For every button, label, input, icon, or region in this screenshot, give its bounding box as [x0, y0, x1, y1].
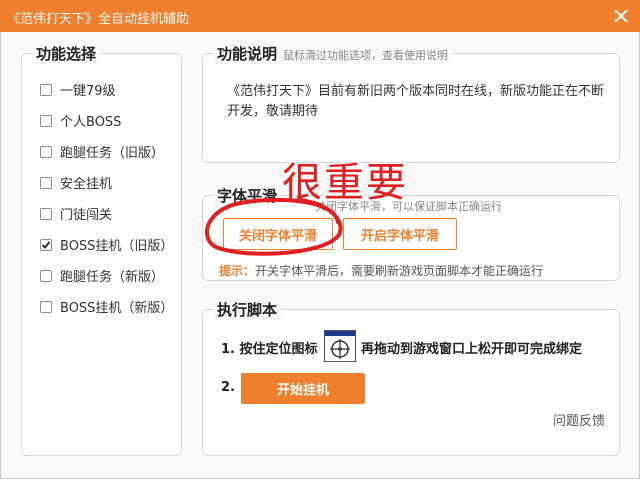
checkmark-icon — [41, 240, 51, 249]
function-item-label: 一键79级 — [60, 84, 116, 99]
step1-prefix: 1. 按住定位图标 — [221, 342, 318, 357]
close-icon — [614, 9, 628, 23]
description-title: 功能说明 鼠标滑过功能选项，查看使用说明 — [213, 43, 453, 64]
step1-suffix: 再拖动到游戏窗口上松开即可完成绑定 — [361, 342, 583, 357]
function-list: 一键79级 个人BOSS 跑腿任务（旧版） 安全挂机 门徒闯关 BOSS挂机（旧… — [40, 74, 173, 322]
function-select-panel: 功能选择 一键79级 个人BOSS 跑腿任务（旧版） 安全挂机 门徒闯关 BOS… — [21, 43, 182, 456]
function-item-safe-idle[interactable]: 安全挂机 — [40, 167, 173, 198]
checkbox[interactable] — [40, 114, 52, 127]
font-smoothing-tip: 提示：开关字体平滑后，需要刷新游戏页面脚本才能正确运行 — [219, 262, 543, 279]
function-item-level79[interactable]: 一键79级 — [40, 74, 173, 105]
tip-text: 开关字体平滑后，需要刷新游戏页面脚本才能正确运行 — [255, 264, 544, 278]
function-item-label: BOSS挂机（新版） — [60, 301, 174, 316]
function-item-label: 跑腿任务（旧版） — [60, 146, 165, 161]
function-item-boss-idle-new[interactable]: BOSS挂机（新版） — [40, 291, 173, 322]
description-hint: 鼠标滑过功能选项，查看使用说明 — [283, 49, 449, 62]
tip-label: 提示： — [219, 264, 256, 278]
annotation-text: 很重要 — [282, 160, 408, 206]
checkbox[interactable] — [40, 269, 52, 282]
checkbox[interactable] — [40, 207, 52, 220]
function-select-title: 功能选择 — [32, 43, 101, 64]
function-item-errand-new[interactable]: 跑腿任务（新版） — [40, 260, 173, 291]
feedback-link[interactable]: 问题反馈 — [553, 410, 605, 429]
disable-font-smoothing-button[interactable]: 关闭字体平滑 — [223, 218, 333, 250]
description-panel: 功能说明 鼠标滑过功能选项，查看使用说明 《范伟打天下》目前有新旧两个版本同时在线… — [202, 43, 620, 163]
function-item-personal-boss[interactable]: 个人BOSS — [40, 105, 173, 136]
checkbox[interactable] — [40, 176, 52, 189]
function-item-label: 门徒闯关 — [60, 208, 113, 223]
function-item-errand-old[interactable]: 跑腿任务（旧版） — [40, 136, 173, 167]
checkbox-checked[interactable] — [40, 238, 52, 251]
description-title-text: 功能说明 — [217, 45, 278, 63]
enable-font-smoothing-button[interactable]: 开启字体平滑 — [343, 218, 457, 250]
close-button[interactable] — [608, 3, 634, 29]
step2-prefix: 2. — [221, 380, 235, 395]
window-title: 《范伟打天下》全自动挂机辅助 — [7, 12, 190, 27]
font-smoothing-title: 字体平滑 — [213, 185, 282, 206]
function-item-label: 个人BOSS — [60, 115, 122, 130]
execute-script-panel: 执行脚本 1. 按住定位图标 再拖动到游戏窗口上松开即可完成绑定 2. 开始挂机… — [202, 299, 620, 456]
function-item-disciple-challenge[interactable]: 门徒闯关 — [40, 198, 173, 229]
font-smoothing-panel: 字体平滑 关闭字体平滑，可以保证脚本正确运行 关闭字体平滑 开启字体平滑 提示：… — [202, 185, 620, 281]
checkbox[interactable] — [40, 300, 52, 313]
function-item-label: 跑腿任务（新版） — [60, 270, 165, 285]
title-bar: 《范伟打天下》全自动挂机辅助 — [0, 0, 640, 32]
execute-script-title: 执行脚本 — [213, 299, 282, 320]
function-item-boss-idle-old[interactable]: BOSS挂机（旧版） — [40, 229, 173, 260]
checkbox[interactable] — [40, 83, 52, 96]
description-text: 《范伟打天下》目前有新旧两个版本同时在线，新版功能正在不断开发，敬请期待 — [227, 84, 605, 119]
crosshair-icon — [325, 331, 355, 359]
start-idle-button[interactable]: 开始挂机 — [241, 373, 365, 404]
main-window: 功能选择 一键79级 个人BOSS 跑腿任务（旧版） 安全挂机 门徒闯关 BOS… — [0, 32, 640, 479]
function-item-label: 安全挂机 — [60, 177, 113, 192]
checkbox[interactable] — [40, 145, 52, 158]
function-item-label: BOSS挂机（旧版） — [60, 239, 174, 254]
locator-handle[interactable] — [324, 330, 356, 362]
